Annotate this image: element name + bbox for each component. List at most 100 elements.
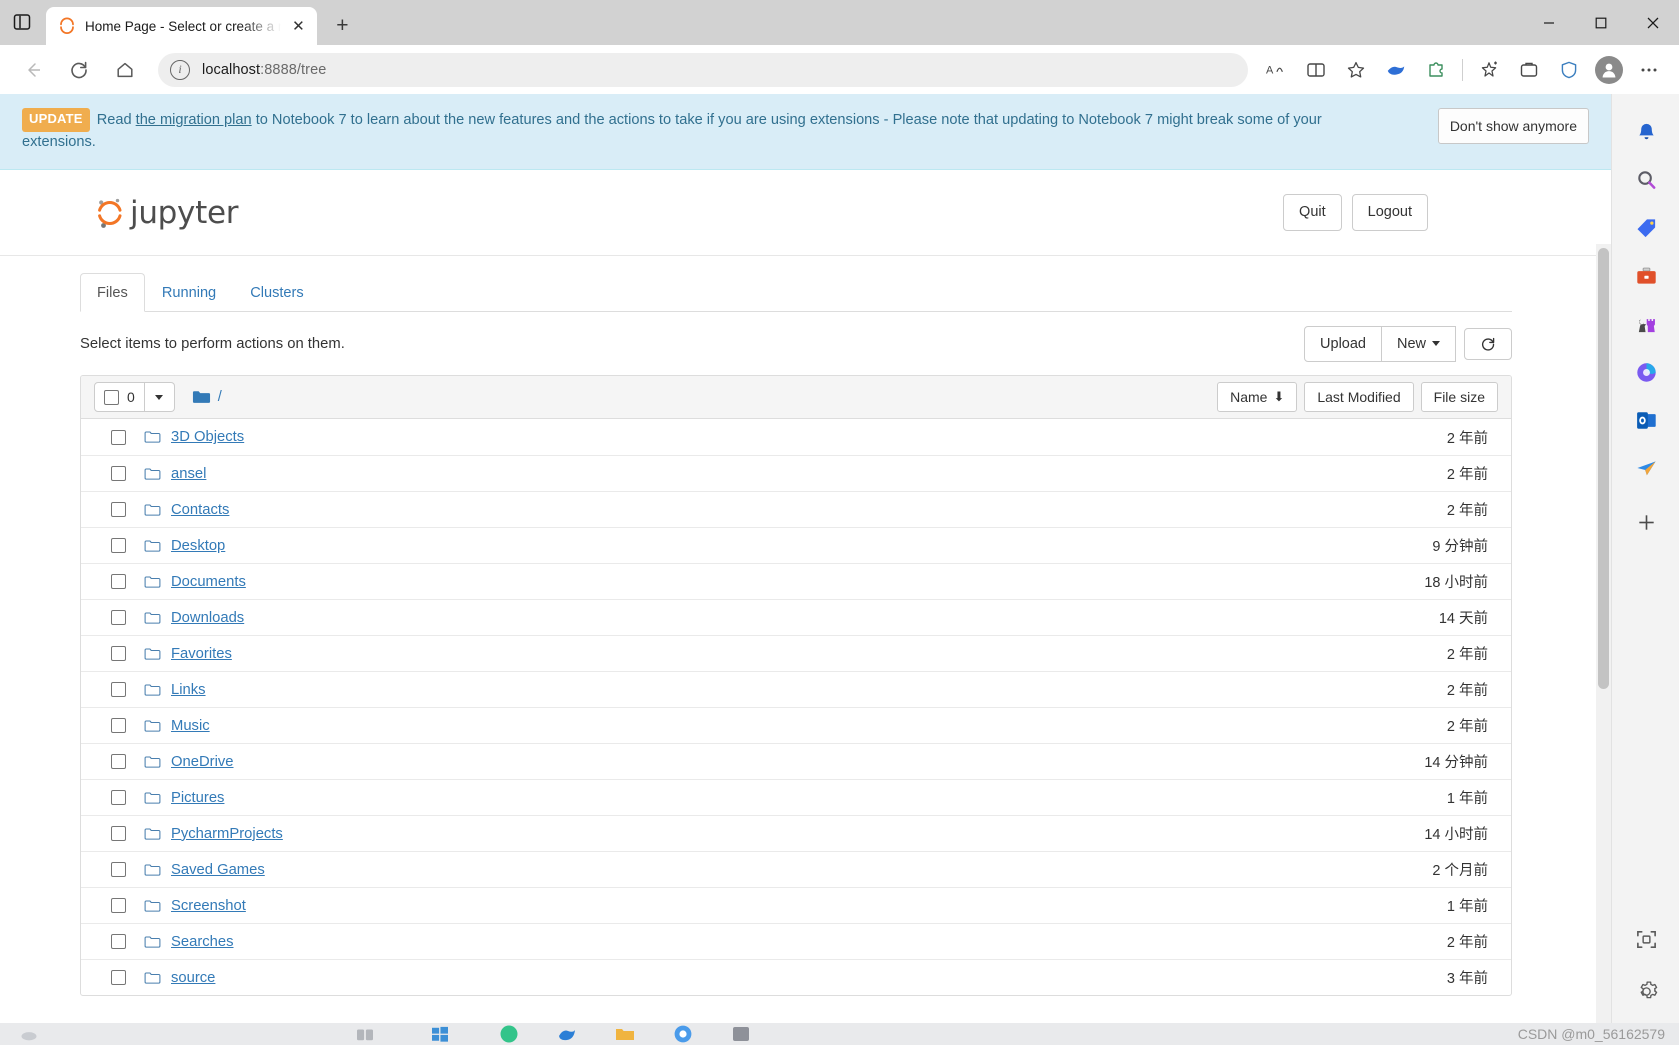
row-checkbox[interactable]: [111, 934, 126, 950]
file-name-link[interactable]: Documents: [171, 574, 246, 590]
file-name-link[interactable]: OneDrive: [171, 754, 234, 770]
sidebar-item-send[interactable]: [1612, 444, 1679, 492]
row-checkbox[interactable]: [111, 862, 126, 878]
table-row[interactable]: Searches 2 年前: [81, 923, 1511, 959]
file-name-link[interactable]: source: [171, 970, 215, 986]
row-checkbox[interactable]: [111, 790, 126, 806]
tab-running[interactable]: Running: [145, 273, 233, 312]
sidebar-item-games[interactable]: [1612, 300, 1679, 348]
row-checkbox[interactable]: [111, 898, 126, 914]
file-name-link[interactable]: Screenshot: [171, 898, 246, 914]
profile-avatar[interactable]: [1595, 55, 1623, 84]
select-menu-dropdown[interactable]: [144, 382, 175, 413]
copilot-icon[interactable]: [1378, 52, 1414, 88]
taskbar-icon-group-1[interactable]: [330, 1023, 400, 1045]
taskbar-app-edge[interactable]: [538, 1023, 596, 1045]
table-row[interactable]: Downloads 14 天前: [81, 599, 1511, 635]
select-all-checkbox-button[interactable]: 0: [94, 382, 145, 413]
file-name-link[interactable]: Desktop: [171, 538, 225, 554]
table-row[interactable]: source 3 年前: [81, 959, 1511, 995]
file-name-link[interactable]: Searches: [171, 934, 234, 950]
table-row[interactable]: Documents 18 小时前: [81, 563, 1511, 599]
new-dropdown-button[interactable]: New: [1380, 326, 1456, 363]
home-icon[interactable]: [106, 51, 144, 89]
refresh-button[interactable]: [1464, 328, 1512, 361]
taskbar-app-other[interactable]: [712, 1023, 770, 1045]
browser-settings-more-icon[interactable]: [1631, 52, 1667, 88]
table-row[interactable]: Links 2 年前: [81, 671, 1511, 707]
file-name-link[interactable]: Saved Games: [171, 862, 265, 878]
row-checkbox[interactable]: [111, 754, 126, 770]
extensions-puzzle-icon[interactable]: [1418, 52, 1454, 88]
page-scrollbar-thumb[interactable]: [1598, 248, 1609, 689]
sidebar-item-microsoft365[interactable]: [1612, 348, 1679, 396]
maximize-button[interactable]: [1575, 0, 1627, 45]
migration-plan-link[interactable]: the migration plan: [136, 112, 252, 128]
quit-button[interactable]: Quit: [1283, 194, 1342, 231]
file-name-link[interactable]: Downloads: [171, 610, 244, 626]
sidebar-item-outlook[interactable]: [1612, 396, 1679, 444]
row-checkbox[interactable]: [111, 970, 126, 986]
file-name-link[interactable]: ansel: [171, 466, 206, 482]
sidebar-item-settings[interactable]: [1612, 967, 1679, 1015]
taskbar-weather-widget[interactable]: [0, 1023, 330, 1045]
row-checkbox[interactable]: [111, 466, 126, 482]
file-name-link[interactable]: PycharmProjects: [171, 826, 283, 842]
row-checkbox[interactable]: [111, 429, 126, 445]
jupyter-logo[interactable]: jupyter: [95, 195, 238, 231]
select-all-checkbox[interactable]: [104, 389, 119, 405]
read-aloud-icon[interactable]: A: [1258, 52, 1294, 88]
back-arrow-icon[interactable]: [14, 51, 52, 89]
sidebar-item-shopping[interactable]: [1612, 204, 1679, 252]
sidebar-item-add[interactable]: [1612, 498, 1679, 546]
sort-by-name-button[interactable]: Name ⬇: [1217, 382, 1298, 413]
sort-by-filesize-button[interactable]: File size: [1420, 382, 1498, 413]
split-screen-icon[interactable]: [1298, 52, 1334, 88]
row-checkbox[interactable]: [111, 646, 126, 662]
reload-icon[interactable]: [60, 51, 98, 89]
file-name-link[interactable]: 3D Objects: [171, 429, 244, 445]
close-window-button[interactable]: [1627, 0, 1679, 45]
page-scrollbar[interactable]: ▲ ▼: [1596, 244, 1611, 1045]
taskbar-app-chrome[interactable]: [654, 1023, 712, 1045]
sort-by-modified-button[interactable]: Last Modified: [1304, 382, 1414, 413]
table-row[interactable]: Desktop 9 分钟前: [81, 527, 1511, 563]
tab-clusters[interactable]: Clusters: [233, 273, 321, 312]
minimize-button[interactable]: [1523, 0, 1575, 45]
close-tab-icon[interactable]: ✕: [285, 13, 311, 39]
table-row[interactable]: OneDrive 14 分钟前: [81, 743, 1511, 779]
table-row[interactable]: ansel 2 年前: [81, 455, 1511, 491]
new-tab-button[interactable]: +: [325, 9, 359, 43]
sidebar-item-search[interactable]: [1612, 156, 1679, 204]
favorite-star-icon[interactable]: [1338, 52, 1374, 88]
address-bar[interactable]: i localhost:8888/tree: [158, 52, 1248, 87]
collections-icon[interactable]: [1471, 52, 1507, 88]
dont-show-anymore-button[interactable]: Don't show anymore: [1437, 108, 1589, 145]
sidebar-item-screenshot[interactable]: [1612, 915, 1679, 963]
sidebar-item-work[interactable]: [1612, 252, 1679, 300]
row-checkbox[interactable]: [111, 682, 126, 698]
browser-tab[interactable]: Home Page - Select or create a n ✕: [46, 7, 318, 45]
site-info-icon[interactable]: i: [170, 59, 190, 80]
table-row[interactable]: Contacts 2 年前: [81, 491, 1511, 527]
file-name-link[interactable]: Pictures: [171, 790, 224, 806]
shield-security-icon[interactable]: [1551, 52, 1587, 88]
row-checkbox[interactable]: [111, 574, 126, 590]
row-checkbox[interactable]: [111, 718, 126, 734]
row-checkbox[interactable]: [111, 538, 126, 554]
browser-essentials-icon[interactable]: [1511, 52, 1547, 88]
table-row[interactable]: 3D Objects 2 年前: [81, 419, 1511, 455]
row-checkbox[interactable]: [111, 610, 126, 626]
file-name-link[interactable]: Links: [171, 682, 206, 698]
sidebar-item-notifications[interactable]: [1612, 108, 1679, 156]
row-checkbox[interactable]: [111, 826, 126, 842]
table-row[interactable]: Favorites 2 年前: [81, 635, 1511, 671]
taskbar-app-explorer[interactable]: [596, 1023, 654, 1045]
row-checkbox[interactable]: [111, 502, 126, 518]
breadcrumb[interactable]: /: [192, 389, 222, 405]
taskbar-start-button[interactable]: [400, 1023, 480, 1045]
taskbar-app-teams[interactable]: [480, 1023, 538, 1045]
file-name-link[interactable]: Music: [171, 718, 210, 734]
tab-list-icon[interactable]: [0, 0, 44, 44]
upload-button[interactable]: Upload: [1304, 326, 1382, 363]
